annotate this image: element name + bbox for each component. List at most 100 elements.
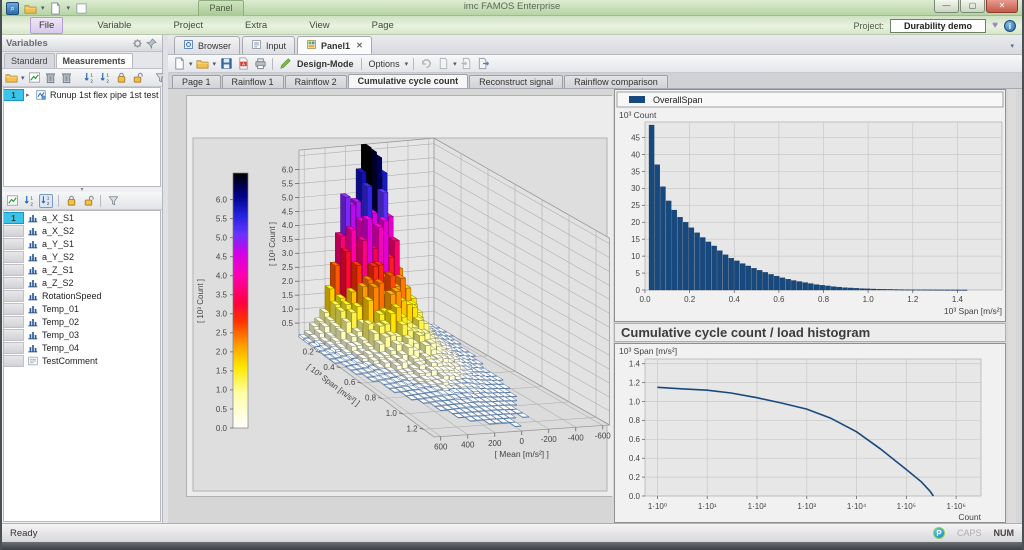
menu-view[interactable]: View: [301, 18, 337, 33]
menu-page[interactable]: Page: [364, 18, 402, 33]
favorite-icon[interactable]: ♥: [992, 20, 998, 31]
chart-icon[interactable]: [5, 194, 19, 208]
svg-text:0.0: 0.0: [629, 492, 641, 501]
options-button[interactable]: Options: [369, 59, 400, 69]
svg-text:0.0: 0.0: [216, 424, 228, 433]
pin-icon[interactable]: [144, 36, 158, 50]
open-icon[interactable]: [196, 57, 210, 71]
page-tab-rainflow-1[interactable]: Rainflow 1: [222, 75, 284, 88]
variable-row[interactable]: a_Y_S1: [4, 237, 160, 250]
folder-icon[interactable]: [5, 71, 18, 85]
chevron-down-icon[interactable]: ▾: [21, 74, 25, 82]
close-tab-icon[interactable]: ✕: [356, 41, 363, 50]
tab-standard[interactable]: Standard: [4, 53, 55, 68]
page-tab-rainflow-comparison[interactable]: Rainflow comparison: [564, 75, 668, 88]
import-page-icon[interactable]: [460, 57, 474, 71]
svg-text:1: 1: [47, 196, 50, 201]
svg-text:-400: -400: [568, 433, 585, 442]
menu-project[interactable]: Project: [165, 18, 211, 33]
print-icon[interactable]: [253, 57, 267, 71]
chevron-down-icon[interactable]: ▾: [189, 60, 193, 68]
sort-desc-icon[interactable]: 12: [39, 194, 53, 208]
page-tab-cumulative-cycle-count[interactable]: Cumulative cycle count: [348, 74, 469, 88]
page-icon[interactable]: [436, 57, 450, 71]
overallspan-histogram-widget[interactable]: OverallSpan10³ Count0510152025303540450.…: [614, 89, 1006, 322]
filter-icon[interactable]: [106, 194, 120, 208]
doc-tab-input[interactable]: Input: [242, 36, 295, 54]
gear-icon[interactable]: [130, 36, 144, 50]
3d-histogram-widget[interactable]: 0.00.51.01.52.02.53.03.54.04.55.05.56.0[…: [186, 95, 612, 497]
variable-row[interactable]: RotationSpeed: [4, 289, 160, 302]
chevron-down-icon[interactable]: ▾: [453, 60, 457, 68]
save-icon[interactable]: [219, 57, 233, 71]
variable-row[interactable]: Temp_01: [4, 302, 160, 315]
pdf-export-icon[interactable]: A: [236, 57, 250, 71]
cumulative-curve-widget[interactable]: 10³ Span [m/s²]0.00.20.40.60.81.01.21.41…: [614, 343, 1006, 523]
svg-text:1.0: 1.0: [386, 409, 398, 418]
export-page-icon[interactable]: [477, 57, 491, 71]
svg-text:5.5: 5.5: [282, 179, 294, 188]
minimize-button[interactable]: —: [934, 0, 959, 13]
menu-extra[interactable]: Extra: [237, 18, 275, 33]
tab-list-chevron-icon[interactable]: ▾: [1010, 42, 1014, 50]
trash-all-icon[interactable]: [60, 71, 73, 85]
sort-asc-icon[interactable]: 12: [83, 71, 96, 85]
sort-asc-icon[interactable]: 12: [22, 194, 36, 208]
row-index: 1: [4, 89, 24, 101]
svg-text:600: 600: [434, 443, 448, 452]
undo-icon[interactable]: [419, 57, 433, 71]
svg-text:40: 40: [631, 150, 640, 159]
project-label: Project:: [854, 21, 885, 31]
design-mode-icon[interactable]: [278, 57, 292, 71]
contextual-tab-panel[interactable]: Panel: [198, 0, 244, 16]
variable-row[interactable]: Temp_03: [4, 328, 160, 341]
maximize-button[interactable]: ▢: [960, 0, 985, 13]
doc-tab-browser[interactable]: Browser: [174, 36, 240, 54]
menu-variable[interactable]: Variable: [89, 18, 139, 33]
row-index: 1: [4, 212, 24, 224]
tab-measurements[interactable]: Measurements: [56, 53, 133, 68]
wave-icon: [26, 329, 39, 341]
wave-icon: [26, 277, 39, 289]
variable-row[interactable]: a_Z_S2: [4, 276, 160, 289]
chevron-down-icon[interactable]: ▾: [213, 60, 217, 68]
svg-text:6.0: 6.0: [216, 195, 228, 204]
svg-text:1.0: 1.0: [629, 397, 641, 406]
project-value[interactable]: Durability demo: [890, 19, 986, 33]
project-area: Project: Durability demo ♥ i: [854, 17, 1016, 34]
variable-row[interactable]: Temp_04: [4, 341, 160, 354]
page-tab-rainflow-2[interactable]: Rainflow 2: [285, 75, 347, 88]
trash-icon[interactable]: [44, 71, 57, 85]
page-tab-reconstruct-signal[interactable]: Reconstruct signal: [469, 75, 563, 88]
svg-text:[ 10³ Count ]: [ 10³ Count ]: [268, 222, 277, 266]
chevron-down-icon[interactable]: ▾: [405, 60, 409, 68]
svg-text:3.0: 3.0: [216, 310, 228, 319]
doc-tab-panel1[interactable]: Panel1✕: [297, 36, 372, 54]
svg-text:1·10¹: 1·10¹: [698, 502, 717, 511]
main-area: BrowserInputPanel1✕ ▾ ▾ ▾ A Design-Mode O…: [168, 35, 1022, 523]
variable-row[interactable]: 1a_X_S1: [4, 211, 160, 224]
sort-desc-icon[interactable]: 12: [99, 71, 112, 85]
svg-text:2.5: 2.5: [282, 263, 294, 272]
new-panel-icon[interactable]: [172, 57, 186, 71]
svg-text:35: 35: [631, 167, 640, 176]
unlock-icon[interactable]: [81, 194, 95, 208]
expand-icon[interactable]: ▸: [26, 91, 34, 99]
design-mode-button[interactable]: Design-Mode: [297, 59, 354, 69]
close-button[interactable]: ✕: [986, 0, 1018, 13]
variable-row[interactable]: a_X_S2: [4, 224, 160, 237]
unlock-icon[interactable]: [131, 71, 144, 85]
info-icon[interactable]: i: [1004, 20, 1016, 32]
variable-row[interactable]: a_Z_S1: [4, 263, 160, 276]
chart-icon[interactable]: [28, 71, 41, 85]
measurement-row[interactable]: 1▸Runup 1st flex pipe 1st test: [4, 88, 160, 101]
variable-row[interactable]: Temp_02: [4, 315, 160, 328]
lock-icon[interactable]: [64, 194, 78, 208]
row-index: [4, 316, 24, 328]
variable-row[interactable]: TestComment: [4, 354, 160, 367]
menu-file[interactable]: File: [30, 17, 63, 34]
page-tab-page-1[interactable]: Page 1: [172, 75, 221, 88]
lock-icon[interactable]: [115, 71, 128, 85]
variable-row[interactable]: a_Y_S2: [4, 250, 160, 263]
measurements-toolbar: ▾ 12 12: [2, 69, 162, 87]
